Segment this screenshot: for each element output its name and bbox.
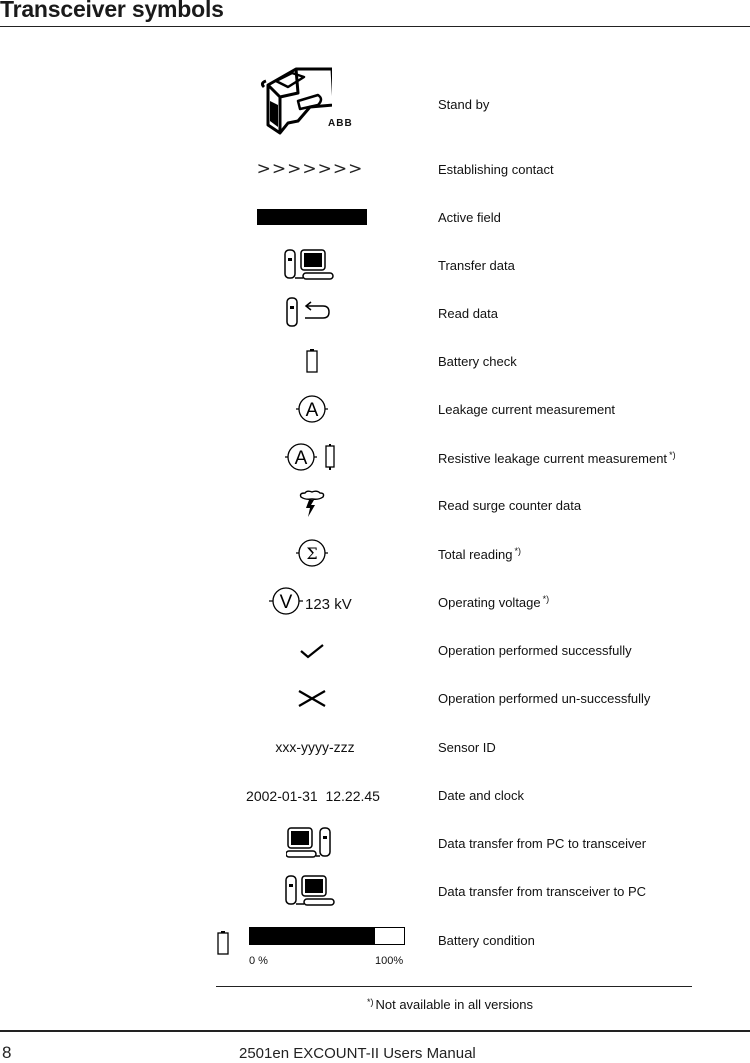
voltmeter-icon: V 123 kV [268,581,368,621]
symbol-label: Date and clock [438,788,524,803]
read-data-icon [200,293,420,333]
ammeter-icon: A [200,389,424,429]
pc-to-transceiver-icon [200,823,422,863]
symbol-label: Active field [438,210,501,225]
date-clock-text: 2002-01-31 12.22.45 [246,788,380,804]
battery-level-bar [249,927,405,945]
symbol-row-battery-condition: 0 % 100% Battery condition [0,922,750,972]
symbol-row-resistive-leakage: A Resistive leakage current measurement *… [0,437,750,477]
ammeter-letter: A [306,400,319,421]
cross-icon [200,678,424,718]
battery-min-label: 0 % [249,955,268,967]
voltmeter-letter: V [280,592,293,613]
manual-title: 2501en EXCOUNT-II Users Manual [239,1045,476,1062]
transceiver-to-pc-icon [200,871,422,911]
symbol-label: Leakage current measurement [438,402,616,417]
symbol-label: Battery check [438,354,517,369]
symbol-row-read-data: Read data [0,293,750,333]
sigma-icon: Σ [200,533,424,573]
transfer-data-icon [200,245,420,285]
symbol-label: Stand by [438,97,490,112]
symbol-row-pc-to-transceiver: Data transfer from PC to transceiver [0,823,750,863]
symbol-row-active-field: Active field [0,197,750,237]
symbol-row-sensor-id: xxx-yyyy-zzz Sensor ID [0,727,750,767]
footnote-marker: *) [514,546,521,556]
footnote-marker: *) [542,594,550,604]
abb-logo: ABB [328,117,353,129]
battery-max-label: 100% [375,955,404,967]
symbol-label: Read data [438,306,498,321]
symbol-label: Data transfer from PC to transceiver [438,836,647,851]
symbol-row-leakage-current: A Leakage current measurement [0,389,750,429]
footnote-marker: *) [366,997,374,1007]
voltage-value: 123 kV [305,595,352,613]
active-field-icon [257,209,367,225]
symbol-label: Read surge counter data [438,498,582,513]
symbol-row-battery-check: Battery check [0,341,750,381]
symbol-label: Total reading *) [438,546,521,562]
footnote: *) Not available in all versions [366,997,534,1012]
title-divider [0,26,750,27]
symbol-row-standby: ABB Stand by [0,64,750,138]
symbol-row-operating-voltage: V 123 kV Operating voltage *) [0,581,750,621]
symbol-row-establishing-contact: >>>>>>> Establishing contact [0,149,750,189]
symbol-label: Establishing contact [438,162,554,177]
symbol-row-date-clock: 2002-01-31 12.22.45 Date and clock [0,776,750,816]
symbol-row-transceiver-to-pc: Data transfer from transceiver to PC [0,871,750,911]
establishing-contact-icon: >>>>>>> [256,159,364,179]
battery-icon [200,341,424,381]
page-title: Transceiver symbols [0,0,224,22]
symbol-label: Operation performed un-successfully [438,691,651,706]
footnote-marker: *) [669,450,676,460]
page-footer-divider [0,1030,750,1032]
symbol-row-success: Operation performed successfully [0,630,750,670]
symbol-label: Sensor ID [438,740,496,755]
footnote-divider [216,986,692,987]
symbol-label: Operation performed successfully [438,643,632,658]
symbol-label: Data transfer from transceiver to PC [438,884,647,899]
symbol-label: Battery condition [438,933,535,948]
page-number: 8 [2,1043,12,1062]
ammeter-letter: A [295,448,308,469]
sigma-letter: Σ [306,544,317,563]
battery-icon [217,930,229,961]
symbol-row-transfer-data: Transfer data [0,245,750,285]
transceiver-standby-icon: ABB [252,64,372,138]
symbol-label: Resistive leakage current measurement *) [438,450,676,466]
symbol-row-total-reading: Σ Total reading *) [0,533,750,573]
ammeter-resistor-icon: A [200,437,424,477]
symbol-label: Operating voltage *) [438,594,550,610]
symbol-row-failure: Operation performed un-successfully [0,678,750,718]
battery-level-fill [250,928,375,944]
symbol-row-surge-counter: Read surge counter data [0,485,750,525]
surge-lightning-icon [200,485,424,525]
sensor-id-text: xxx-yyyy-zzz [275,739,355,755]
checkmark-icon [200,630,424,670]
symbol-label: Transfer data [438,258,515,273]
